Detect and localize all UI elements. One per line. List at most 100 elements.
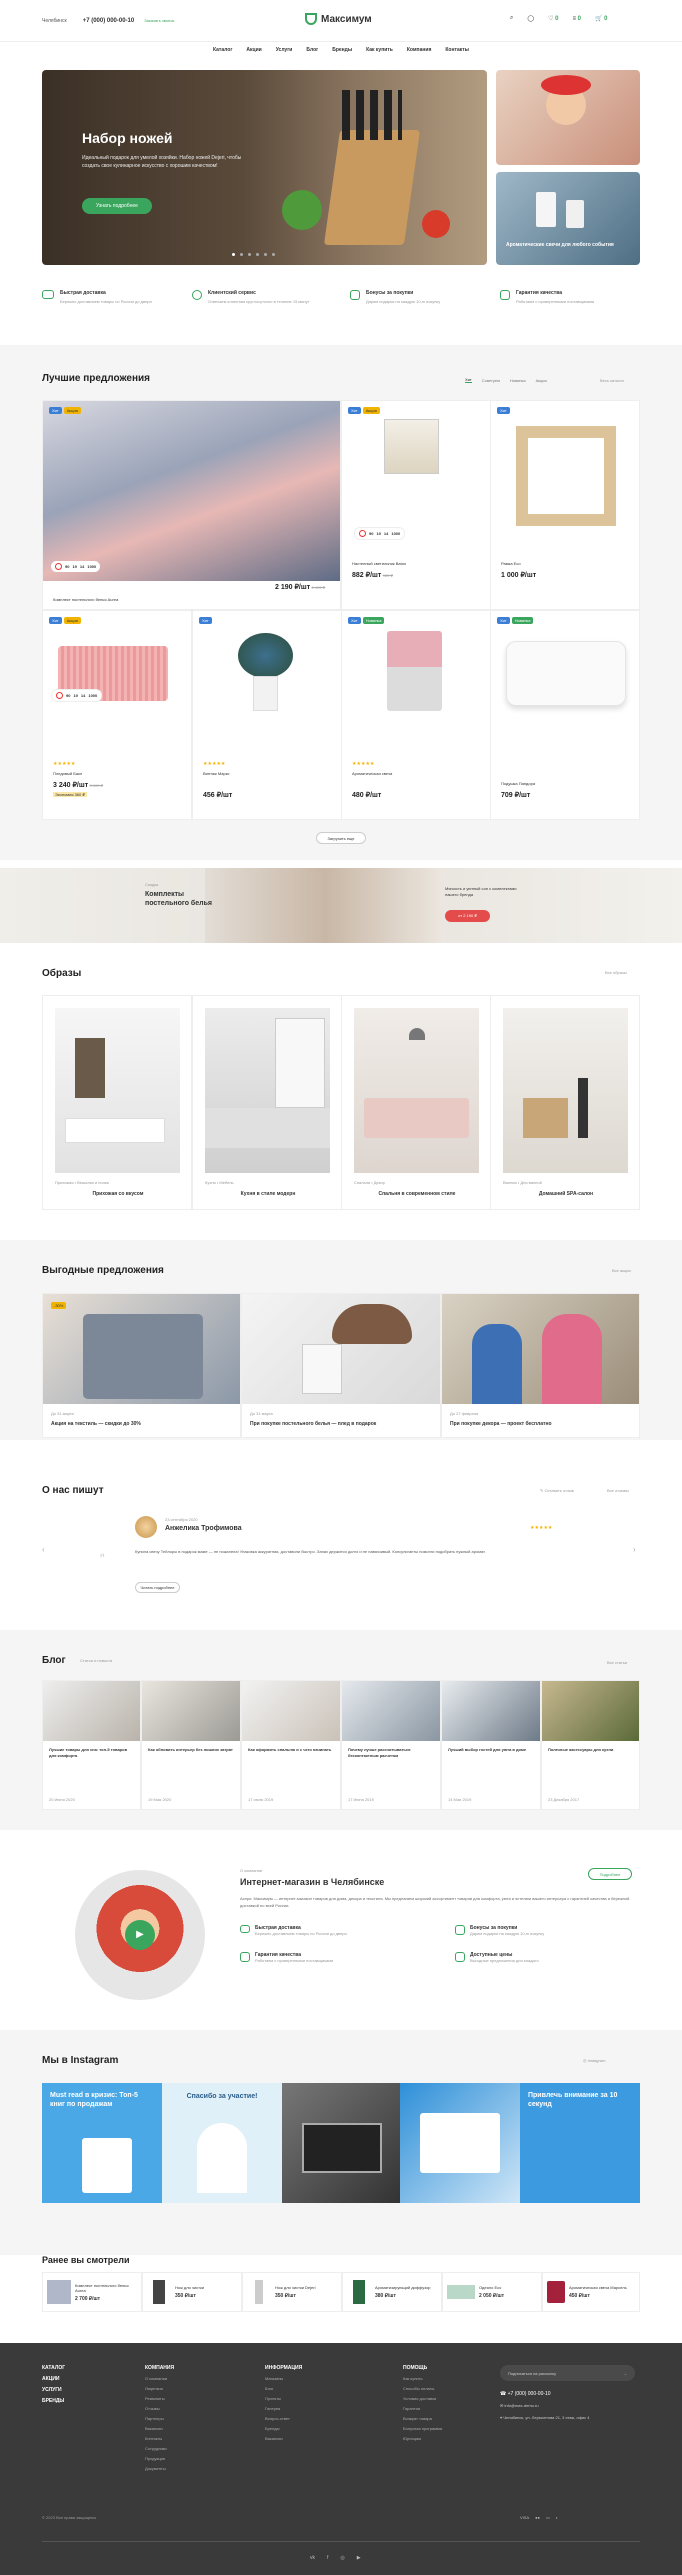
blog-card[interactable]: Полезные аксессуары для кухни 23 Декабря …	[541, 1680, 640, 1810]
about-more-button[interactable]: Подробнее	[588, 1868, 632, 1880]
review-next-arrow[interactable]: ›	[633, 1545, 636, 1554]
product-card[interactable]: Хит ★★★★★ Винтаж Маркс 456 ₽/шт	[192, 610, 342, 820]
offer-name[interactable]: Акция на текстиль — скидки до 30%	[51, 1421, 141, 1427]
user-icon[interactable]: ◯	[527, 15, 534, 22]
slider-dots[interactable]	[232, 253, 275, 256]
hero-button[interactable]: Узнать подробнее	[82, 198, 152, 214]
product-name[interactable]: Подушка Пандора	[501, 781, 535, 786]
offer-card[interactable]: До 31 марта При покупке постельного бель…	[241, 1293, 441, 1438]
footer-phone[interactable]: ☎ +7 (000) 000-00-10	[500, 2391, 551, 2397]
footer-link[interactable]: Контакты	[145, 2436, 174, 2441]
nav-item[interactable]: Услуги	[276, 47, 293, 53]
offer-name[interactable]: При покупке декора — проект бесплатно	[450, 1421, 552, 1427]
footer-link[interactable]: Блог	[265, 2386, 302, 2391]
blog-card[interactable]: Лучший выбор гостей для уюта в доме 14 Ма…	[441, 1680, 541, 1810]
promo-button[interactable]: от 2 190 ₽	[445, 910, 490, 922]
cart-icon[interactable]: 🛒 0	[595, 15, 607, 22]
compare-icon[interactable]: ≡ 0	[572, 16, 581, 22]
review-prev-arrow[interactable]: ‹	[42, 1545, 45, 1554]
review-more-button[interactable]: Читать подробнее	[135, 1582, 180, 1593]
product-card[interactable]: Хит Новинка Подушка Пандора 709 ₽/шт	[490, 610, 640, 820]
callback-link[interactable]: Заказать звонок	[144, 18, 174, 23]
nav-item[interactable]: Бренды	[332, 47, 352, 53]
footer-link[interactable]: КАТАЛОГ	[42, 2365, 65, 2371]
footer-link[interactable]: Документы	[145, 2466, 174, 2471]
product-name[interactable]: Настенный светильник Baton	[352, 561, 406, 566]
footer-link[interactable]: Партнеры	[145, 2416, 174, 2421]
reviews-all-link[interactable]: Все отзывы	[607, 1488, 629, 1493]
arrow-right-icon[interactable]: →	[623, 2371, 627, 2376]
load-more-button[interactable]: Загрузить еще	[316, 832, 366, 844]
product-card[interactable]: Хит Новинка ★★★★★ Ароматическая свеча 480…	[341, 610, 491, 820]
look-name[interactable]: Спальня в современном стиле	[342, 1191, 492, 1197]
product-name[interactable]: Пледовый Бакл	[53, 771, 82, 776]
blog-card[interactable]: Как обновить интерьер без лишних затрат 1…	[141, 1680, 241, 1810]
footer-link[interactable]: Продукция	[145, 2456, 174, 2461]
blog-card[interactable]: Лучшие товары для сна: топ-5 товаров для…	[42, 1680, 141, 1810]
footer-link[interactable]: Вакансии	[265, 2436, 302, 2441]
looks-all-link[interactable]: Все образы	[605, 970, 627, 975]
nav-item[interactable]: Каталог	[213, 47, 232, 53]
footer-link[interactable]: Реквизиты	[145, 2396, 174, 2401]
insta-post[interactable]: Спасибо за участие!	[162, 2083, 282, 2203]
viewed-item[interactable]: Комплект постельного белья Aurea 2 700 ₽/…	[42, 2272, 142, 2312]
search-icon[interactable]: ⌕	[510, 15, 513, 22]
nav-item[interactable]: Акции	[246, 47, 261, 53]
footer-link[interactable]: Бонусная программа	[403, 2426, 442, 2431]
footer-link[interactable]: Отзывы	[145, 2406, 174, 2411]
blog-card[interactable]: Почему лучше рассчитываться бесконтактны…	[341, 1680, 441, 1810]
product-card[interactable]: Хит Рамка Eco 1 000 ₽/шт	[490, 400, 640, 610]
look-card[interactable]: Прихожая • Вешалки и полки Прихожая со в…	[42, 995, 192, 1210]
vk-icon[interactable]: vk	[310, 2555, 315, 2561]
insta-post[interactable]: Привлечь внимание за 10 секунд	[520, 2083, 640, 2203]
facebook-icon[interactable]: f	[327, 2555, 328, 2561]
phone[interactable]: +7 (000) 000-00-10	[83, 18, 135, 24]
look-card[interactable]: Ванная • Для ванной Домашний SPA-салон	[490, 995, 640, 1210]
logo[interactable]: Максимум	[305, 13, 372, 25]
look-name[interactable]: Домашний SPA-салон	[491, 1191, 641, 1197]
footer-link[interactable]: Галерея	[265, 2406, 302, 2411]
promo-banner[interactable]: Скидка Комплекты постельного белья Мягко…	[0, 868, 682, 943]
instagram-icon[interactable]: ◎	[340, 2555, 344, 2561]
look-card[interactable]: Спальня • Декор Спальня в современном ст…	[341, 995, 491, 1210]
footer-link[interactable]: О компании	[145, 2376, 174, 2381]
nav-item[interactable]: Как купить	[366, 47, 393, 53]
offer-card[interactable]: -30% До 31 марта Акция на текстиль — ски…	[42, 1293, 241, 1438]
footer-link[interactable]: Сотрудники	[145, 2446, 174, 2451]
product-name[interactable]: Ароматическая свеча	[352, 771, 392, 776]
nav-item[interactable]: Контакты	[445, 47, 469, 53]
footer-link[interactable]: Условия доставки	[403, 2396, 442, 2401]
footer-link[interactable]: Гарантия	[403, 2406, 442, 2411]
footer-link[interactable]: АКЦИИ	[42, 2376, 65, 2382]
product-card[interactable]: Хит Акция 90 19 14 1000 Настенный светильник…	[341, 400, 491, 610]
nav-item[interactable]: Компания	[407, 47, 432, 53]
viewed-item[interactable]: Нож для чистки 350 ₽/шт	[142, 2272, 242, 2312]
catalog-link[interactable]: Весь каталог	[600, 378, 624, 383]
offer-card[interactable]: До 27 февраля При покупке декора — проек…	[441, 1293, 640, 1438]
footer-email[interactable]: ✉ info@max-demo.ru	[500, 2403, 539, 2408]
look-name[interactable]: Кухня в стиле модерн	[193, 1191, 343, 1197]
play-icon[interactable]: ▶	[125, 1920, 155, 1950]
viewed-item[interactable]: Одеяло Eco 2 050 ₽/шт	[442, 2272, 542, 2312]
offers-all-link[interactable]: Все акции	[612, 1268, 631, 1273]
side-banner-candles[interactable]: Ароматические свечи для любого события	[496, 172, 640, 265]
instagram-link[interactable]: ◎ Instagram	[583, 2058, 605, 2063]
side-banner-chef[interactable]	[496, 70, 640, 165]
viewed-item[interactable]: Ароматизирующий диффузор 380 ₽/шт	[342, 2272, 442, 2312]
footer-link[interactable]: Способы оплаты	[403, 2386, 442, 2391]
insta-post[interactable]	[282, 2083, 400, 2203]
footer-link[interactable]: БРЕНДЫ	[42, 2398, 65, 2404]
product-name[interactable]: Комплект постельного белья Aurea	[53, 597, 118, 602]
about-photo[interactable]: ▶	[75, 1870, 205, 2000]
product-card[interactable]: Хит Акция 90 19 14 1000 2 190 ₽/шт 2 490 ₽ К…	[42, 400, 341, 610]
look-name[interactable]: Прихожая со вкусом	[43, 1191, 193, 1197]
viewed-item[interactable]: Ароматическая свеча Марсель 450 ₽/шт	[542, 2272, 640, 2312]
footer-link[interactable]: УСЛУГИ	[42, 2387, 65, 2393]
footer-link[interactable]: Вакансии	[145, 2426, 174, 2431]
blog-all-link[interactable]: Все статьи	[607, 1660, 627, 1665]
footer-link[interactable]: Бренды	[265, 2426, 302, 2431]
viewed-item[interactable]: Нож для чистки Dejeri 350 ₽/шт	[242, 2272, 342, 2312]
footer-link[interactable]: Лицензии	[145, 2386, 174, 2391]
product-name[interactable]: Рамка Eco	[501, 561, 521, 566]
insta-post[interactable]	[400, 2083, 520, 2203]
